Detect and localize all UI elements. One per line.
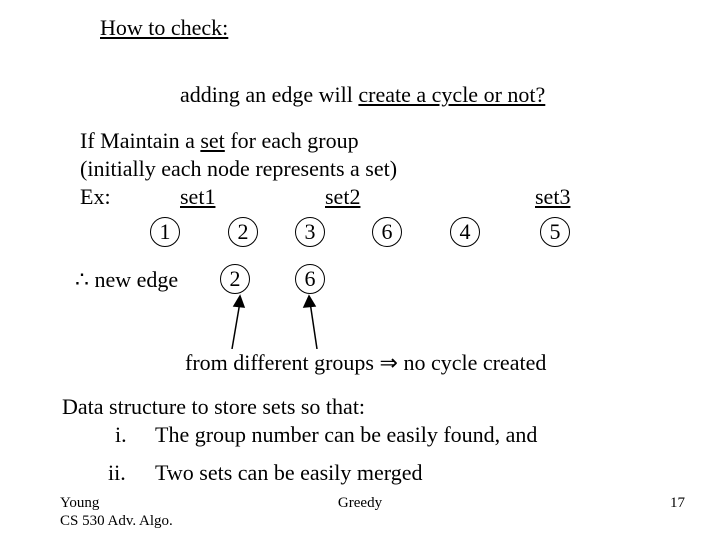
footer-center: Greedy <box>0 494 720 512</box>
heading: How to check: <box>100 15 228 41</box>
line-if-ul: set <box>200 128 224 153</box>
ex-label: Ex: <box>80 184 111 210</box>
footer-page: 17 <box>670 494 685 512</box>
newedge-node-6: 6 <box>295 264 325 294</box>
node-6: 6 <box>372 217 402 247</box>
question-underline: create a cycle or not? <box>358 82 545 107</box>
conclusion-post: no cycle created <box>398 350 546 375</box>
newedge-text: new edge <box>89 267 178 292</box>
therefore-line: ∴ new edge <box>75 267 178 293</box>
item-i-label: i. <box>115 422 127 448</box>
question-line: adding an edge will create a cycle or no… <box>180 82 545 108</box>
item-ii-label: ii. <box>108 460 126 486</box>
implies-symbol: ⇒ <box>380 350 398 375</box>
therefore-symbol: ∴ <box>75 267 89 292</box>
node-5: 5 <box>540 217 570 247</box>
conclusion-line: from different groups ⇒ no cycle created <box>185 350 546 376</box>
node-2: 2 <box>228 217 258 247</box>
line-if: If Maintain a set for each group <box>80 128 359 154</box>
set3-label: set3 <box>535 184 570 210</box>
line-if-pre: If Maintain a <box>80 128 200 153</box>
line-if-post: for each group <box>225 128 359 153</box>
item-i-text: The group number can be easily found, an… <box>155 422 537 448</box>
arrow-left <box>225 294 255 349</box>
node-1: 1 <box>150 217 180 247</box>
set1-label: set1 <box>180 184 215 210</box>
datastructure-line: Data structure to store sets so that: <box>62 394 365 420</box>
line-initial: (initially each node represents a set) <box>80 156 397 182</box>
item-ii-text: Two sets can be easily merged <box>155 460 422 486</box>
set2-label: set2 <box>325 184 360 210</box>
newedge-node-2: 2 <box>220 264 250 294</box>
arrow-right <box>295 294 325 349</box>
node-3: 3 <box>295 217 325 247</box>
conclusion-pre: from different groups <box>185 350 380 375</box>
heading-text: How to check: <box>100 15 228 40</box>
footer-course: CS 530 Adv. Algo. <box>60 512 173 530</box>
slide: How to check: adding an edge will create… <box>0 0 720 540</box>
question-prefix: adding an edge will <box>180 82 358 107</box>
node-4: 4 <box>450 217 480 247</box>
